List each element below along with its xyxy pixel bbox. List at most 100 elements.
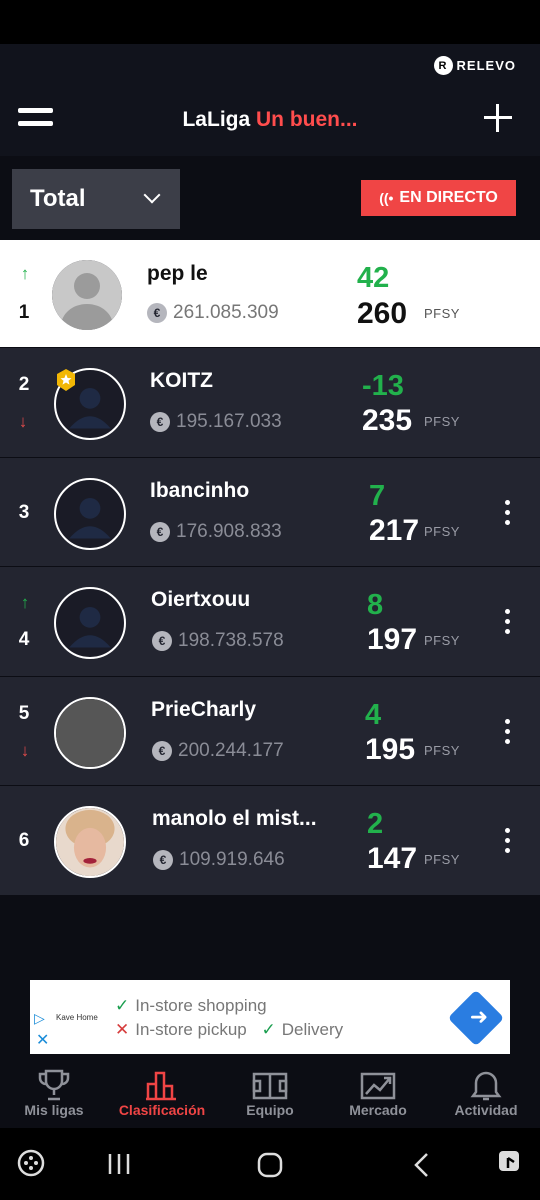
ranking-list: ↑ 1 pep le € 261.085.309 42 260 PFSY 2 ↓…	[0, 240, 540, 896]
ad-line-2: ✕ In-store pickup ✓ Delivery	[115, 1020, 343, 1040]
ranking-row[interactable]: ↑ 4 Oiertxouu € 198.738.578 8 197 PFSY	[0, 567, 540, 677]
ad-line-1: ✓ In-store shopping	[115, 996, 267, 1016]
accessibility-icon[interactable]	[496, 1148, 524, 1178]
trend-down-icon: ↓	[18, 412, 28, 431]
broadcast-icon: ((•	[379, 190, 394, 206]
tab-equipo[interactable]: Equipo	[216, 1060, 324, 1128]
total-points: 147	[367, 842, 418, 875]
avatar[interactable]	[54, 696, 126, 769]
ad-choices-icon[interactable]: ▷	[34, 1010, 45, 1027]
euro-icon: €	[147, 303, 167, 323]
total-points: 235	[362, 404, 413, 437]
relevo-logo-icon: R	[433, 56, 453, 75]
tab-mercado[interactable]: Mercado	[324, 1060, 432, 1128]
ranking-row[interactable]: 5 ↓ PrieCharly € 200.244.177 4 195 PFSY	[0, 676, 540, 786]
tab-label: Mis ligas	[24, 1102, 84, 1118]
ad-banner[interactable]: ▷ ✕ Kave Home ✓ In-store shopping ✕ In-sto…	[30, 980, 510, 1054]
rank-position: 1	[18, 302, 30, 323]
team-value-amount: 261.085.309	[173, 302, 279, 323]
chevron-down-icon	[143, 186, 161, 204]
add-icon[interactable]	[484, 104, 512, 132]
points-unit: PFSY	[424, 633, 460, 648]
ranking-row[interactable]: 2 ↓ KOITZ € 195.167.033 -13 235 PFSY	[0, 348, 540, 458]
recent-apps-icon[interactable]	[106, 1152, 132, 1176]
live-button[interactable]: ((• EN DIRECTO	[361, 180, 516, 216]
tab-clasificacion[interactable]: Clasificación	[108, 1060, 216, 1128]
tab-label: Mercado	[349, 1102, 407, 1118]
more-options-icon[interactable]	[504, 607, 512, 637]
team-value-amount: 195.167.033	[176, 411, 282, 432]
euro-icon: €	[153, 850, 173, 870]
system-nav-bar	[0, 1128, 540, 1200]
avatar[interactable]	[52, 260, 122, 330]
team-value: € 195.167.033	[150, 411, 282, 433]
points-unit: PFSY	[424, 852, 460, 867]
league-title-accent: Un buen...	[256, 108, 358, 131]
total-points: 197	[367, 623, 418, 656]
team-value-amount: 200.244.177	[178, 739, 284, 761]
euro-icon: €	[150, 412, 170, 432]
team-value-amount: 109.919.646	[179, 849, 285, 870]
app-header: R RELEVO LaLiga Un buen...	[0, 44, 540, 156]
more-options-icon[interactable]	[504, 826, 512, 856]
check-icon: ✓	[261, 1020, 276, 1039]
player-name: KOITZ	[150, 369, 213, 392]
team-value: € 109.919.646	[153, 849, 285, 871]
home-icon[interactable]	[257, 1152, 283, 1178]
tab-actividad[interactable]: Actividad	[432, 1060, 540, 1128]
rank-position: 6	[18, 830, 30, 851]
avatar[interactable]	[54, 477, 126, 550]
team-value: € 176.908.833	[150, 521, 282, 543]
team-value-amount: 198.738.578	[178, 630, 284, 651]
rank-position: 3	[18, 501, 30, 523]
tab-mis-ligas[interactable]: Mis ligas	[0, 1060, 108, 1128]
round-points: -13	[362, 370, 404, 402]
brand: R RELEVO	[433, 56, 516, 75]
more-options-icon[interactable]	[504, 717, 512, 747]
tab-label: Actividad	[454, 1102, 518, 1118]
round-points: 4	[365, 698, 382, 731]
total-points: 217	[369, 513, 420, 547]
player-name: pep le	[147, 262, 208, 285]
trend-up-icon: ↑	[20, 264, 30, 283]
cross-icon: ✕	[115, 1020, 130, 1039]
team-value: € 261.085.309	[147, 302, 279, 324]
team-value: € 198.738.578	[152, 630, 284, 652]
filter-bar: Total ((• EN DIRECTO	[0, 156, 540, 240]
round-points: 8	[367, 589, 384, 621]
ad-line-1-text: In-store shopping	[135, 996, 267, 1015]
ad-line-2b-text: Delivery	[281, 1020, 344, 1039]
total-points: 195	[365, 732, 416, 766]
avatar[interactable]	[54, 587, 126, 659]
market-icon	[360, 1072, 396, 1100]
back-icon[interactable]	[412, 1152, 432, 1178]
league-title[interactable]: LaLiga Un buen...	[0, 108, 540, 132]
rank-position: 2	[18, 374, 30, 395]
trophy-icon	[38, 1069, 70, 1101]
points-unit: PFSY	[424, 306, 460, 321]
live-button-label: EN DIRECTO	[399, 189, 498, 206]
team-value-amount: 176.908.833	[176, 520, 282, 542]
player-name: PrieCharly	[151, 697, 257, 721]
ad-brand: Kave Home	[56, 1013, 98, 1022]
team-value: € 200.244.177	[152, 740, 284, 762]
round-points: 2	[367, 808, 384, 840]
ranking-row[interactable]: 6 manolo el mist... € 109.919.646 2 147 …	[0, 786, 540, 896]
player-name: manolo el mist...	[152, 807, 317, 830]
bell-icon	[470, 1071, 502, 1101]
game-launcher-icon[interactable]	[16, 1148, 46, 1178]
rank-position: 4	[18, 629, 30, 650]
ranking-row[interactable]: ↑ 1 pep le € 261.085.309 42 260 PFSY	[0, 240, 540, 348]
avatar[interactable]	[54, 806, 126, 878]
captain-badge-icon	[57, 369, 75, 391]
league-title-main: LaLiga	[182, 108, 251, 131]
points-unit: PFSY	[424, 414, 460, 429]
ranking-row[interactable]: 3 Ibancinho € 176.908.833 7 217 PFSY	[0, 457, 540, 567]
trend-up-icon: ↑	[20, 593, 30, 612]
period-select-value: Total	[30, 185, 86, 212]
player-name: Ibancinho	[150, 478, 250, 502]
player-name: Oiertxouu	[151, 588, 251, 611]
more-options-icon[interactable]	[504, 498, 512, 528]
period-select[interactable]: Total	[12, 169, 180, 229]
close-ad-icon[interactable]: ✕	[36, 1030, 49, 1050]
